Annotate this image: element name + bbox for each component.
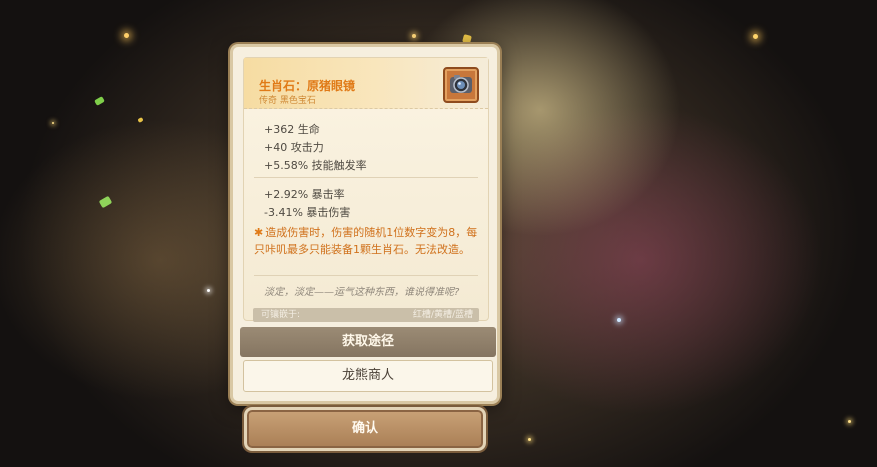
sparkle <box>753 34 758 39</box>
socket-label: 可镶嵌于: <box>261 310 301 320</box>
item-detail-panel: 生肖石：原猪眼镜 传奇 黑色宝石 +362 生命 +40 攻击力 +5.58% … <box>230 44 500 404</box>
confetti-leaf <box>462 34 472 44</box>
camera-lens-gem-icon <box>450 75 472 93</box>
acquire-source-button[interactable]: 龙熊商人 <box>243 360 493 392</box>
confetti-leaf <box>98 195 113 209</box>
base-stat: +5.58% 技能触发率 <box>264 159 367 172</box>
base-stat: +40 攻击力 <box>264 141 324 154</box>
acquire-header: 获取途径 <box>240 327 496 357</box>
item-rarity: 传奇 黑色宝石 <box>259 96 316 106</box>
flavor-text: 淡定，淡定——运气这种东西，谁说得准呢? <box>264 287 460 298</box>
item-header: 生肖石：原猪眼镜 传奇 黑色宝石 <box>244 58 488 109</box>
confetti-leaf <box>137 117 144 123</box>
item-info-card: 生肖石：原猪眼镜 传奇 黑色宝石 +362 生命 +40 攻击力 +5.58% … <box>243 57 489 322</box>
sparkle <box>617 318 621 322</box>
item-icon-frame <box>443 67 479 103</box>
extra-stat: -3.41% 暴击伤害 <box>264 206 351 219</box>
sparkle <box>124 33 129 38</box>
sparkle <box>848 420 851 423</box>
extra-stat: +2.92% 暴击率 <box>264 188 345 201</box>
confirm-button[interactable]: 确认 <box>244 407 486 451</box>
effect-text: 造成伤害时，伤害的随机1位数字变为8，每只咔叽最多只能装备1颗生肖石。无法改造。 <box>254 226 478 256</box>
special-effect: ✱ 造成伤害时，伤害的随机1位数字变为8，每只咔叽最多只能装备1颗生肖石。无法改造… <box>254 224 482 258</box>
socket-slots: 红槽/黄槽/蓝槽 <box>412 310 473 320</box>
sparkle <box>528 438 531 441</box>
item-name: 生肖石：原猪眼镜 <box>259 79 356 93</box>
confetti-leaf <box>94 96 105 106</box>
sparkle <box>412 34 416 38</box>
sparkle <box>207 289 210 292</box>
socket-info: 可镶嵌于: 红槽/黄槽/蓝槽 <box>253 308 479 322</box>
sparkle <box>52 122 54 124</box>
effect-bullet-icon: ✱ <box>254 226 264 239</box>
divider <box>254 275 478 276</box>
divider <box>254 177 478 178</box>
base-stat: +362 生命 <box>264 123 320 136</box>
